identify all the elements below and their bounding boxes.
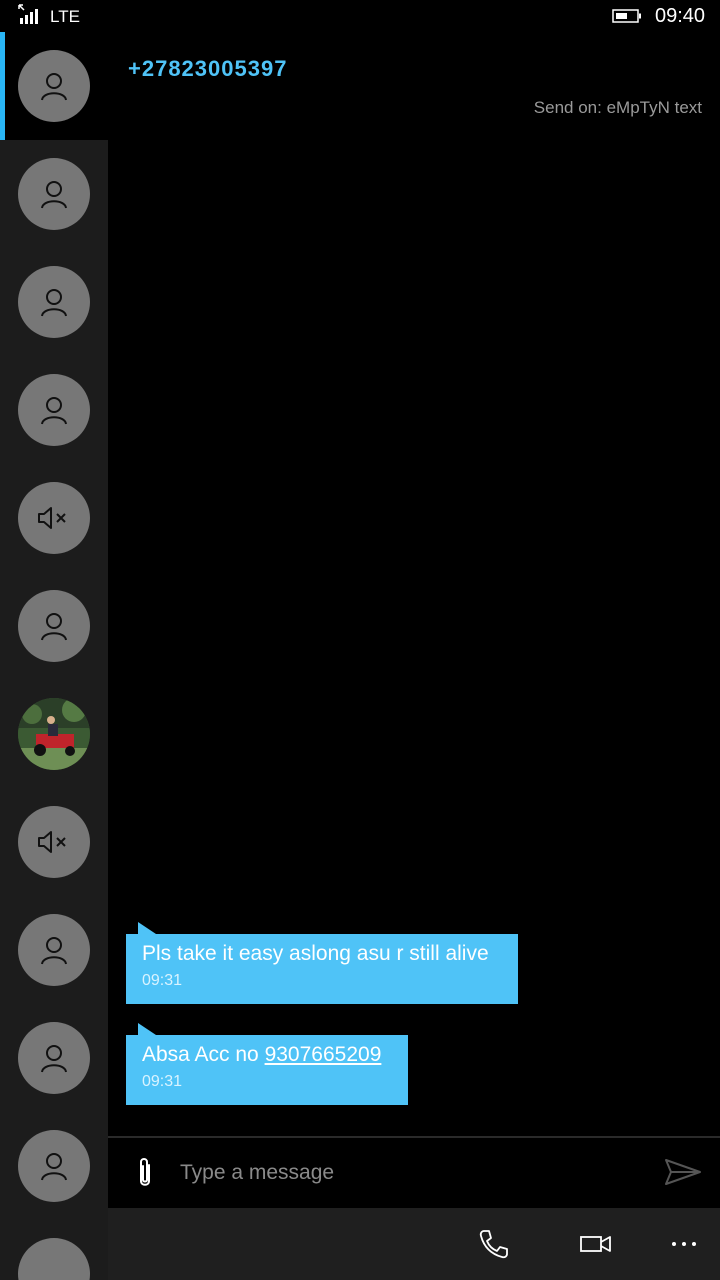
- bubble-tail: [138, 1023, 156, 1035]
- conversation-item[interactable]: [0, 896, 108, 1004]
- signal-icon: [18, 4, 38, 24]
- conversation-item[interactable]: [0, 356, 108, 464]
- person-icon: [41, 73, 67, 101]
- message-input[interactable]: [178, 1152, 642, 1194]
- avatar: [18, 1022, 90, 1094]
- message-text: Pls take it easy aslong asu r still aliv…: [142, 942, 489, 965]
- phone-icon: [479, 1230, 508, 1259]
- more-button[interactable]: [654, 1208, 714, 1280]
- status-bar: LTE 09:40: [0, 0, 720, 32]
- person-icon: [41, 937, 67, 965]
- more-icon: [672, 1242, 696, 1246]
- conversation-item[interactable]: [0, 680, 108, 788]
- network-type: LTE: [50, 7, 80, 26]
- conversation-item[interactable]: [0, 1112, 108, 1220]
- person-icon: [41, 613, 67, 641]
- send-on-selector[interactable]: Send on: eMpTyN text: [534, 98, 702, 118]
- person-icon: [41, 1045, 67, 1073]
- person-icon: [41, 289, 67, 317]
- avatar: [18, 266, 90, 338]
- person-icon: [41, 397, 67, 425]
- paperclip-icon[interactable]: [132, 1156, 158, 1190]
- phone-number-link[interactable]: 9307665209: [265, 1043, 382, 1066]
- conversation-item-selected[interactable]: [0, 32, 108, 140]
- avatar: [18, 50, 90, 122]
- avatar: [18, 158, 90, 230]
- avatar: [18, 374, 90, 446]
- video-call-icon: [580, 1236, 611, 1252]
- mute-icon: [38, 507, 66, 529]
- message-bubble[interactable]: Pls take it easy aslong asu r still aliv…: [126, 922, 518, 1004]
- message-bubble[interactable]: Absa Acc no 9307665209 09:31: [126, 1023, 408, 1105]
- lawnmower-photo-icon: [18, 698, 90, 770]
- person-icon: [41, 1153, 67, 1181]
- conversation-item[interactable]: EN: [0, 1220, 108, 1280]
- call-button[interactable]: [464, 1208, 524, 1280]
- message-timestamp: 09:31: [142, 1073, 183, 1090]
- avatar: [18, 590, 90, 662]
- avatar-initials: EN: [18, 1238, 90, 1280]
- person-icon: [41, 181, 67, 209]
- send-icon[interactable]: [664, 1158, 702, 1186]
- clock: 09:40: [655, 5, 706, 27]
- conversation-item[interactable]: [0, 1004, 108, 1112]
- app-bar: [108, 1208, 720, 1280]
- conversation-item[interactable]: [0, 140, 108, 248]
- contact-phone-number[interactable]: +27823005397: [128, 56, 287, 82]
- avatar: [18, 806, 90, 878]
- avatar: [18, 482, 90, 554]
- battery-icon: [612, 9, 641, 23]
- message-timestamp: 09:31: [142, 972, 183, 989]
- message-text-prefix: Absa Acc no: [142, 1043, 265, 1066]
- bubble-tail: [138, 922, 156, 934]
- video-call-button[interactable]: [566, 1208, 626, 1280]
- conversation-item[interactable]: [0, 248, 108, 356]
- conversation-sidebar: EN: [0, 32, 108, 1280]
- avatar: [18, 914, 90, 986]
- message-text: Absa Acc no 9307665209: [142, 1043, 392, 1067]
- avatar: [18, 1130, 90, 1202]
- conversation-item[interactable]: [0, 572, 108, 680]
- mute-icon: [38, 831, 66, 853]
- conversation-item[interactable]: [0, 788, 108, 896]
- conversation-item[interactable]: [0, 464, 108, 572]
- compose-divider: [108, 1136, 720, 1138]
- avatar-photo: [18, 698, 90, 770]
- selection-indicator: [0, 32, 5, 140]
